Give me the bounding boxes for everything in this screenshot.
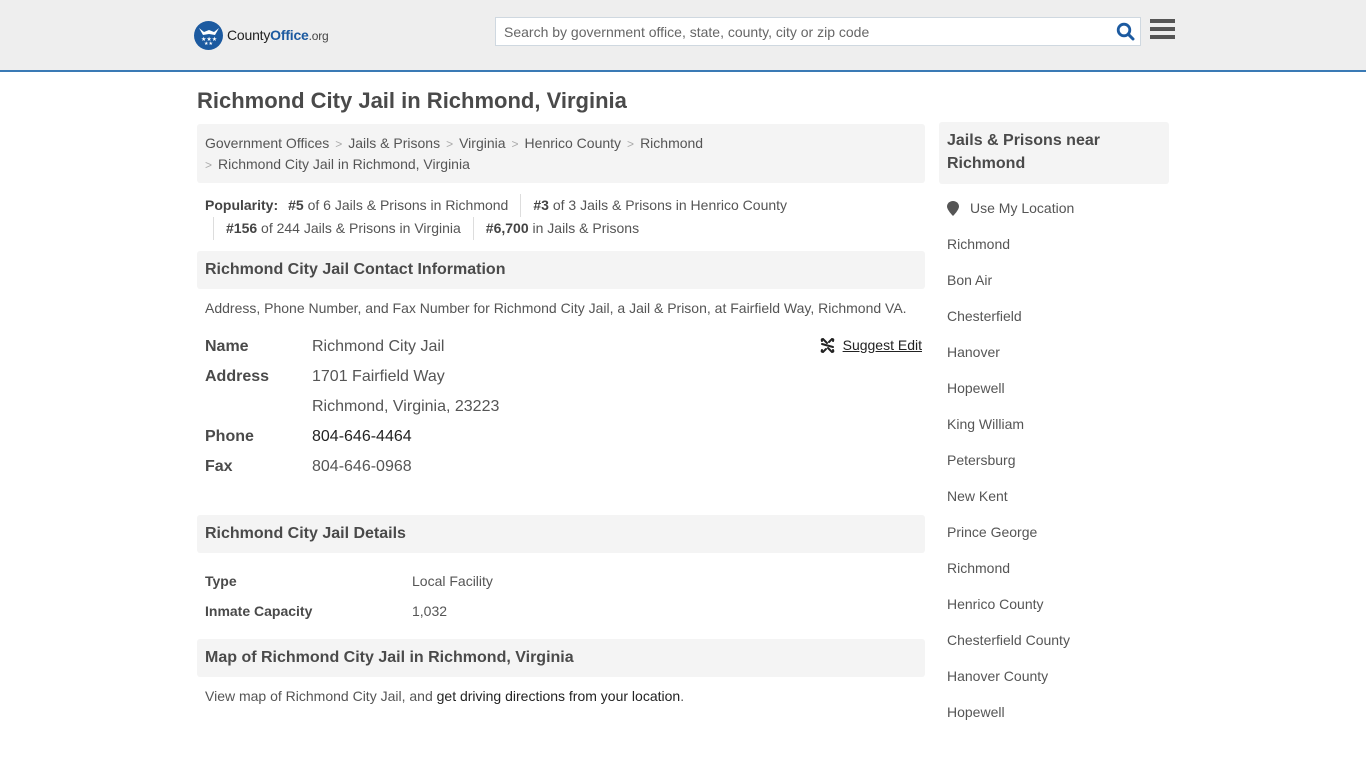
sidebar-item: Prince George — [947, 524, 1161, 560]
hamburger-menu-icon[interactable] — [1150, 19, 1175, 41]
popularity-rankings: Popularity: #5 of 6 Jails & Prisons in Ri… — [197, 194, 925, 240]
chevron-right-icon: > — [335, 137, 343, 151]
sidebar-nearby: Jails & Prisons near Richmond Use My Loc… — [939, 122, 1169, 740]
breadcrumb-current: Richmond City Jail in Richmond, Virginia — [218, 156, 470, 172]
sidebar-link-hopewell[interactable]: Hopewell — [947, 380, 1005, 396]
breadcrumb-virginia[interactable]: Virginia — [459, 135, 505, 151]
logo-link[interactable]: ★★★ ★★ CountyOffice.org — [194, 20, 329, 50]
sidebar-link-chesterfield-county[interactable]: Chesterfield County — [947, 632, 1070, 648]
sidebar-link-chesterfield[interactable]: Chesterfield — [947, 308, 1022, 324]
svg-text:★★: ★★ — [204, 41, 213, 45]
suggest-edit-link[interactable]: Suggest Edit — [820, 337, 922, 353]
sidebar-item: King William — [947, 416, 1161, 452]
sidebar-link-new-kent[interactable]: New Kent — [947, 488, 1008, 504]
contact-row-name: Name Richmond City Jail — [205, 338, 445, 355]
chevron-right-icon: > — [205, 158, 213, 172]
sidebar-heading: Jails & Prisons near Richmond — [939, 122, 1169, 184]
sidebar-link-hanover[interactable]: Hanover — [947, 344, 1000, 360]
contact-row-phone: Phone 804-646-4464 — [205, 428, 412, 445]
sidebar-item: Chesterfield County — [947, 632, 1161, 668]
map-pin-icon — [947, 201, 959, 216]
search-bar — [495, 17, 1141, 46]
sidebar-link-petersburg[interactable]: Petersburg — [947, 452, 1015, 468]
top-header: ★★★ ★★ CountyOffice.org — [0, 0, 1366, 72]
sidebar-link-prince-george[interactable]: Prince George — [947, 524, 1037, 540]
main-content: Government Offices > Jails & Prisons > Virgi… — [197, 124, 925, 715]
sidebar-link-hanover-county[interactable]: Hanover County — [947, 668, 1048, 684]
chevron-right-icon: > — [627, 137, 635, 151]
sidebar-link-hopewell-2[interactable]: Hopewell — [947, 704, 1005, 720]
map-heading: Map of Richmond City Jail in Richmond, V… — [197, 639, 925, 677]
sidebar-item: Henrico County — [947, 596, 1161, 632]
eagle-logo-icon: ★★★ ★★ — [194, 20, 223, 50]
popularity-item: #3 of 3 Jails & Prisons in Henrico Count… — [520, 194, 799, 217]
sidebar-item: Hopewell — [947, 704, 1161, 740]
details-row-type: Type Local Facility — [205, 573, 493, 589]
details-row-capacity: Inmate Capacity 1,032 — [205, 603, 448, 619]
breadcrumb-government-offices[interactable]: Government Offices — [205, 135, 329, 151]
popularity-item: #6,700 in Jails & Prisons — [472, 217, 651, 240]
details-heading: Richmond City Jail Details — [197, 515, 925, 553]
sidebar-link-henrico-county[interactable]: Henrico County — [947, 596, 1044, 612]
sidebar-link-bon-air[interactable]: Bon Air — [947, 272, 992, 288]
phone-link[interactable]: 804-646-4464 — [312, 428, 412, 445]
sidebar-item: Hanover — [947, 344, 1161, 380]
contact-row-fax: Fax 804-646-0968 — [205, 458, 412, 475]
broken-link-icon — [820, 337, 834, 353]
chevron-right-icon: > — [511, 137, 519, 151]
contact-info-heading: Richmond City Jail Contact Information — [197, 251, 925, 289]
driving-directions-link[interactable]: get driving directions from your locatio… — [437, 688, 681, 704]
search-icon — [1116, 22, 1134, 41]
map-description: View map of Richmond City Jail, and get … — [205, 688, 685, 704]
breadcrumb-jails-prisons[interactable]: Jails & Prisons — [348, 135, 440, 151]
breadcrumb-henrico-county[interactable]: Henrico County — [525, 135, 622, 151]
contact-row-address-line2: Richmond, Virginia, 23223 — [312, 398, 500, 415]
sidebar-item: Richmond — [947, 236, 1161, 272]
page-title: Richmond City Jail in Richmond, Virginia — [197, 88, 627, 113]
contact-details: Suggest Edit Name Richmond City Jail Addr… — [197, 316, 925, 482]
sidebar-link-richmond[interactable]: Richmond — [947, 236, 1010, 252]
chevron-right-icon: > — [446, 137, 454, 151]
popularity-label: Popularity: — [205, 197, 279, 213]
sidebar-item: New Kent — [947, 488, 1161, 524]
search-input[interactable] — [496, 18, 1110, 45]
sidebar-link-richmond-2[interactable]: Richmond — [947, 560, 1010, 576]
sidebar-item: Hopewell — [947, 380, 1161, 416]
sidebar-list: Use My Location Richmond Bon Air Chester… — [939, 184, 1169, 740]
details-table: Type Local Facility Inmate Capacity 1,032 — [197, 553, 925, 626]
use-my-location-link[interactable]: Use My Location — [970, 200, 1074, 216]
breadcrumb-richmond[interactable]: Richmond — [640, 135, 703, 151]
sidebar-link-king-william[interactable]: King William — [947, 416, 1024, 432]
sidebar-item: Richmond — [947, 560, 1161, 596]
sidebar-item: Petersburg — [947, 452, 1161, 488]
popularity-item: #156 of 244 Jails & Prisons in Virginia — [213, 217, 473, 240]
sidebar-item: Bon Air — [947, 272, 1161, 308]
contact-row-address: Address 1701 Fairfield Way — [205, 368, 445, 385]
contact-description: Address, Phone Number, and Fax Number fo… — [205, 300, 907, 316]
sidebar-item: Chesterfield — [947, 308, 1161, 344]
popularity-item: #5 of 6 Jails & Prisons in Richmond — [288, 197, 509, 213]
breadcrumb: Government Offices > Jails & Prisons > Virgi… — [197, 124, 925, 183]
sidebar-item: Hanover County — [947, 668, 1161, 704]
logo-text: CountyOffice.org — [227, 27, 329, 43]
search-button[interactable] — [1110, 18, 1140, 45]
use-my-location: Use My Location — [947, 200, 1161, 236]
